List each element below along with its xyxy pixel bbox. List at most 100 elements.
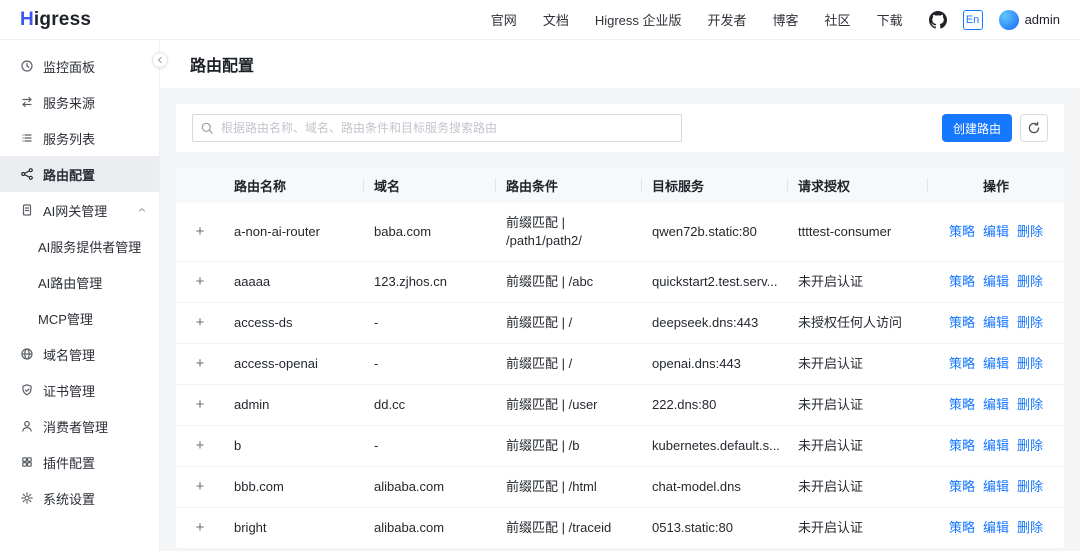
expand-cell: +	[176, 302, 224, 344]
table-row: + access-ds - 前缀匹配 | / deepseek.dns:443 未授权任何…	[176, 302, 1064, 344]
route-name-cell: b	[224, 425, 364, 467]
edit-link[interactable]: 编辑	[983, 224, 1009, 239]
sidebar-item-label: 消费者管理	[43, 419, 109, 435]
sidebar-item-service-source[interactable]: 服务来源	[0, 84, 159, 120]
policy-link[interactable]: 策略	[949, 438, 975, 453]
delete-link[interactable]: 删除	[1017, 397, 1043, 412]
nav-official-site[interactable]: 官网	[491, 10, 517, 29]
route-domain-cell: alibaba.com	[364, 466, 496, 508]
route-auth-cell: 未授权任何人访问	[788, 302, 928, 344]
route-service-cell: 222.dns:80	[642, 384, 788, 426]
edit-link[interactable]: 编辑	[983, 520, 1009, 535]
sidebar-group-ai-gateway[interactable]: AI网关管理	[0, 192, 159, 228]
delete-link[interactable]: 删除	[1017, 224, 1043, 239]
nav-docs[interactable]: 文档	[543, 10, 569, 29]
route-service-cell: qwen72b.static:80	[642, 203, 788, 262]
route-actions-cell: 策略 编辑 删除	[928, 302, 1064, 344]
policy-link[interactable]: 策略	[949, 224, 975, 239]
sidebar-item-label: 域名管理	[43, 347, 96, 363]
sidebar-item-cert[interactable]: 证书管理	[0, 372, 159, 408]
expand-row-button[interactable]: +	[196, 396, 205, 413]
expand-row-button[interactable]: +	[196, 519, 205, 536]
sidebar-item-domain[interactable]: 域名管理	[0, 336, 159, 372]
sidebar-item-consumer[interactable]: 消费者管理	[0, 408, 159, 444]
sidebar-item-ai-provider[interactable]: AI服务提供者管理	[0, 228, 159, 264]
sidebar-item-service-list[interactable]: 服务列表	[0, 120, 159, 156]
route-table-card: 路由名称 域名 路由条件 目标服务 请求授权 操作 + a-non-ai-rout…	[176, 168, 1064, 549]
route-name-cell: access-openai	[224, 343, 364, 385]
expand-cell: +	[176, 261, 224, 303]
sidebar-item-mcp[interactable]: MCP管理	[0, 300, 159, 336]
route-table-body: + a-non-ai-router baba.com 前缀匹配 | /path1/pa…	[176, 203, 1064, 549]
delete-link[interactable]: 删除	[1017, 520, 1043, 535]
delete-link[interactable]: 删除	[1017, 479, 1043, 494]
app-logo-h: H	[20, 8, 34, 30]
route-domain-cell: baba.com	[364, 203, 496, 262]
sidebar-item-plugin[interactable]: 插件配置	[0, 444, 159, 480]
sidebar-item-monitor[interactable]: 监控面板	[0, 48, 159, 84]
collapse-sidebar-button[interactable]	[152, 52, 168, 68]
sidebar-item-system-settings[interactable]: 系统设置	[0, 480, 159, 516]
policy-link[interactable]: 策略	[949, 479, 975, 494]
policy-link[interactable]: 策略	[949, 520, 975, 535]
route-name-cell: bbb.com	[224, 466, 364, 508]
expand-row-button[interactable]: +	[196, 355, 205, 372]
policy-link[interactable]: 策略	[949, 397, 975, 412]
delete-link[interactable]: 删除	[1017, 315, 1043, 330]
app-logo-rest: igress	[33, 8, 92, 30]
edit-link[interactable]: 编辑	[983, 356, 1009, 371]
search-input[interactable]	[192, 114, 682, 142]
expand-row-button[interactable]: +	[196, 223, 205, 240]
sidebar-item-label: AI路由管理	[38, 275, 103, 291]
sidebar-item-ai-route[interactable]: AI路由管理	[0, 264, 159, 300]
refresh-button[interactable]	[1020, 114, 1048, 142]
expand-row-button[interactable]: +	[196, 273, 205, 290]
user-menu[interactable]: admin	[998, 9, 1060, 30]
avatar	[998, 9, 1019, 30]
expand-cell: +	[176, 343, 224, 385]
document-icon	[22, 204, 32, 216]
delete-link[interactable]: 删除	[1017, 438, 1043, 453]
sidebar-item-label: 服务来源	[43, 95, 96, 111]
nav-community[interactable]: 社区	[825, 10, 851, 29]
page-title: 路由配置	[190, 58, 255, 75]
create-route-button[interactable]: 创建路由	[941, 114, 1012, 142]
policy-link[interactable]: 策略	[949, 356, 975, 371]
route-domain-cell: 123.zjhos.cn	[364, 261, 496, 303]
route-auth-cell: 未开启认证	[788, 261, 928, 303]
policy-link[interactable]: 策略	[949, 274, 975, 289]
app-logo[interactable]: Higress	[20, 9, 91, 31]
table-row: + access-openai - 前缀匹配 | / openai.dns:443 未开启…	[176, 343, 1064, 385]
edit-link[interactable]: 编辑	[983, 315, 1009, 330]
route-auth-cell: 未开启认证	[788, 507, 928, 549]
edit-link[interactable]: 编辑	[983, 438, 1009, 453]
sidebar: 监控面板 服务来源 服务列表 路由配置 AI网关管理 AI服务提供者管理 AI路…	[0, 40, 160, 551]
header-service: 目标服务	[642, 168, 788, 203]
nav-blog[interactable]: 博客	[773, 10, 799, 29]
sidebar-item-label: 监控面板	[43, 59, 96, 75]
route-table-head: 路由名称 域名 路由条件 目标服务 请求授权 操作	[176, 168, 1064, 203]
expand-cell: +	[176, 425, 224, 467]
route-name-cell: access-ds	[224, 302, 364, 344]
edit-link[interactable]: 编辑	[983, 397, 1009, 412]
header-domain: 域名	[364, 168, 496, 203]
toolbar-card: 创建路由	[176, 104, 1064, 152]
sidebar-item-route-config[interactable]: 路由配置	[0, 156, 159, 192]
expand-row-button[interactable]: +	[196, 314, 205, 331]
gear-icon	[21, 492, 33, 504]
route-condition-cell: 前缀匹配 | /	[496, 302, 642, 344]
nav-download[interactable]: 下载	[877, 10, 903, 29]
delete-link[interactable]: 删除	[1017, 356, 1043, 371]
edit-link[interactable]: 编辑	[983, 274, 1009, 289]
nav-enterprise[interactable]: Higress 企业版	[595, 10, 682, 29]
table-row: + a-non-ai-router baba.com 前缀匹配 | /path1/pa…	[176, 203, 1064, 262]
expand-row-button[interactable]: +	[196, 478, 205, 495]
policy-link[interactable]: 策略	[949, 315, 975, 330]
nav-developer[interactable]: 开发者	[708, 10, 747, 29]
language-toggle-button[interactable]: En	[962, 9, 983, 30]
github-icon[interactable]	[928, 10, 947, 29]
edit-link[interactable]: 编辑	[983, 479, 1009, 494]
expand-row-button[interactable]: +	[196, 437, 205, 454]
delete-link[interactable]: 删除	[1017, 274, 1043, 289]
route-domain-cell: dd.cc	[364, 384, 496, 426]
